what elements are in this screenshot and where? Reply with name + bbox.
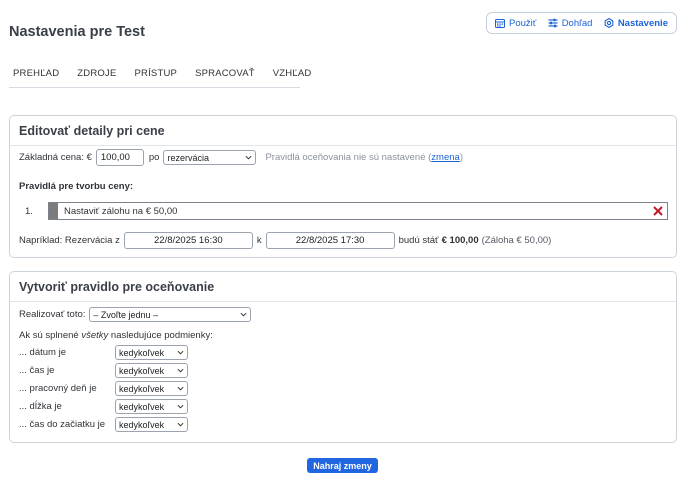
chevron-down-icon — [245, 155, 252, 160]
change-rules-link[interactable]: zmena — [431, 152, 460, 163]
rules-heading: Pravidlá pre tvorbu ceny: — [19, 181, 134, 192]
action-select[interactable]: – Zvoľte jednu – — [89, 307, 252, 322]
tab-resources[interactable]: ZDROJE — [77, 67, 116, 79]
action-label: Realizovať toto: — [19, 309, 86, 320]
example-to-label: k — [256, 235, 262, 246]
panel-divider — [10, 301, 676, 302]
create-rule-panel: Vytvoriť pravidlo pre oceňovanie Realizo… — [9, 271, 677, 443]
base-price-label: Základná cena: € — [19, 152, 92, 163]
gear-icon — [604, 18, 614, 28]
per-label: po — [148, 152, 160, 163]
example-from-input[interactable]: 22/8/2025 16:30 — [123, 232, 253, 249]
condition-row-length: ... dĺžka je kedykoľvek — [19, 399, 188, 414]
rules-status-close: ) — [459, 152, 463, 163]
condition-row-time: ... čas je kedykoľvek — [19, 363, 188, 378]
create-rule-title: Vytvoriť pravidlo pre oceňovanie — [19, 280, 215, 294]
condition-label: ... dátum je — [19, 347, 66, 358]
panel-divider — [10, 145, 676, 146]
chevron-down-icon — [177, 422, 184, 427]
save-changes-button[interactable]: Nahraj zmeny — [307, 458, 378, 473]
nav-use-label: Použiť — [509, 17, 537, 29]
example-total: € 100,00 — [441, 235, 479, 246]
condition-lead-time-select[interactable]: kedykoľvek — [115, 417, 188, 432]
tab-processing[interactable]: SPRACOVAŤ — [195, 67, 255, 79]
nav-monitor-link[interactable]: Dohľad — [548, 17, 593, 29]
delete-rule-icon[interactable] — [652, 205, 664, 217]
rules-status-text: Pravidlá oceňovania nie sú nastavené ( — [265, 152, 432, 163]
rule-item[interactable]: Nastaviť zálohu na € 50,00 — [48, 202, 668, 220]
tab-overview[interactable]: PREHĽAD — [13, 67, 59, 79]
nav-use-link[interactable]: Použiť — [495, 18, 536, 29]
per-unit-value: rezervácia — [167, 152, 209, 163]
condition-time-select[interactable]: kedykoľvek — [115, 363, 188, 378]
condition-label: ... dĺžka je — [19, 401, 62, 412]
tab-access[interactable]: PRÍSTUP — [134, 67, 177, 79]
section-tabs: PREHĽAD ZDROJE PRÍSTUP SPRACOVAŤ VZHĽAD — [9, 67, 311, 88]
conditions-intro-post: nasledujúce podmienky: — [108, 330, 213, 341]
pricing-rule-row: 1. Nastaviť zálohu na € 50,00 — [19, 202, 668, 220]
page-title: Nastavenia pre Test — [9, 24, 145, 40]
sliders-icon — [548, 18, 558, 28]
condition-value: kedykoľvek — [119, 383, 165, 394]
example-to-input[interactable]: 22/8/2025 17:30 — [265, 232, 395, 249]
condition-row-date: ... dátum je kedykoľvek — [19, 345, 188, 360]
calendar-icon — [495, 19, 505, 28]
conditions-intro: Ak sú splnené všetky nasledujúce podmien… — [19, 330, 213, 341]
chevron-down-icon — [177, 386, 184, 391]
conditions-intro-em: všetky — [81, 330, 109, 341]
nav-settings-label: Nastavenie — [617, 17, 668, 29]
condition-date-select[interactable]: kedykoľvek — [115, 345, 188, 360]
tab-appearance[interactable]: VZHĽAD — [273, 67, 312, 79]
example-prefix: Napríklad: Rezervácia z — [19, 235, 120, 246]
base-price-input[interactable]: 100,00 — [95, 149, 144, 166]
condition-value: kedykoľvek — [119, 419, 165, 430]
chevron-down-icon — [177, 404, 184, 409]
conditions-intro-pre: Ak sú splnené — [19, 330, 82, 341]
example-will-cost: budú stáť — [398, 235, 439, 246]
condition-label: ... pracovný deň je — [19, 383, 97, 394]
condition-row-weekday: ... pracovný deň je kedykoľvek — [19, 381, 188, 396]
chevron-down-icon — [177, 368, 184, 373]
nav-monitor-label: Dohľad — [561, 17, 593, 29]
condition-weekday-select[interactable]: kedykoľvek — [115, 381, 188, 396]
condition-value: kedykoľvek — [119, 347, 165, 358]
condition-length-select[interactable]: kedykoľvek — [115, 399, 188, 414]
price-details-panel: Editovať detaily pri cene Základná cena:… — [9, 115, 677, 258]
drag-handle-icon[interactable] — [49, 203, 58, 219]
rule-text: Nastaviť zálohu na € 50,00 — [64, 205, 178, 217]
action-select-value: – Zvoľte jednu – — [93, 309, 159, 320]
condition-value: kedykoľvek — [119, 401, 165, 412]
condition-label: ... čas do začiatku je — [19, 419, 106, 430]
price-details-title: Editovať detaily pri cene — [19, 124, 165, 138]
chevron-down-icon — [177, 350, 184, 355]
condition-value: kedykoľvek — [119, 365, 165, 376]
top-navigation: Použiť Dohľad Nastavenie — [486, 12, 677, 34]
chevron-down-icon — [240, 312, 247, 317]
nav-settings-link[interactable]: Nastavenie — [604, 18, 668, 29]
condition-row-lead-time: ... čas do začiatku je kedykoľvek — [19, 417, 188, 432]
rule-number: 1. — [25, 205, 33, 217]
condition-label: ... čas je — [19, 365, 55, 376]
example-deposit: (Záloha € 50,00) — [481, 235, 552, 246]
per-unit-select[interactable]: rezervácia — [163, 150, 257, 165]
